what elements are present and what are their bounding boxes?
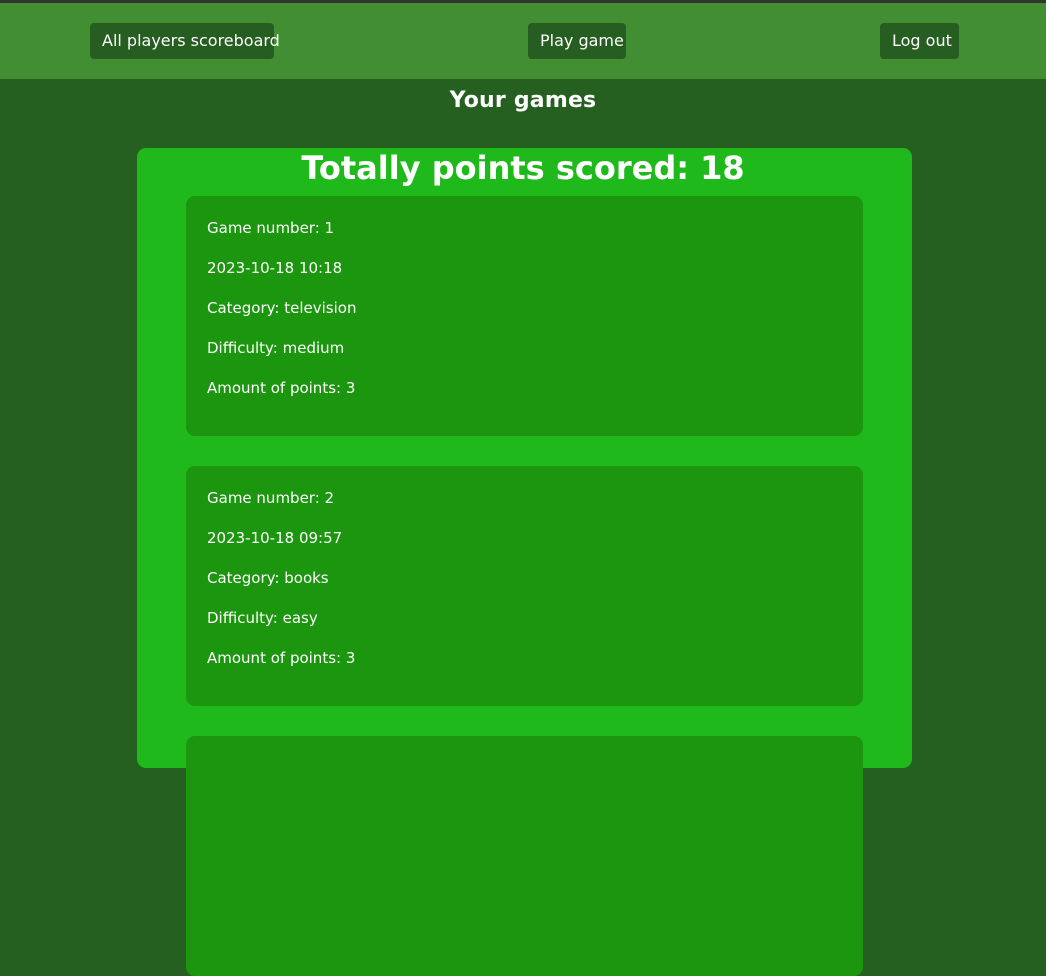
log-out-button[interactable]: Log out [880, 23, 959, 59]
game-difficulty: Difficulty: easy [207, 609, 318, 627]
game-card-partial [186, 736, 863, 976]
game-number: Game number: 1 [207, 219, 335, 237]
play-game-button[interactable]: Play game [528, 23, 626, 59]
game-difficulty: Difficulty: medium [207, 339, 345, 357]
navbar: All players scoreboard Play game Log out [0, 3, 1046, 79]
game-category: Category: books [207, 569, 329, 587]
game-category: Category: television [207, 299, 357, 317]
game-card: Game number: 1 2023-10-18 10:18 Category… [186, 196, 863, 436]
all-players-scoreboard-button[interactable]: All players scoreboard [90, 23, 280, 59]
game-number: Game number: 2 [207, 489, 335, 507]
game-points: Amount of points: 3 [207, 379, 356, 397]
page-title: Your games [449, 88, 597, 113]
game-datetime: 2023-10-18 09:57 [207, 529, 343, 547]
total-points-heading: Totally points scored: 18 [301, 149, 745, 187]
game-card: Game number: 2 2023-10-18 09:57 Category… [186, 466, 863, 706]
game-points: Amount of points: 3 [207, 649, 356, 667]
game-datetime: 2023-10-18 10:18 [207, 259, 343, 277]
